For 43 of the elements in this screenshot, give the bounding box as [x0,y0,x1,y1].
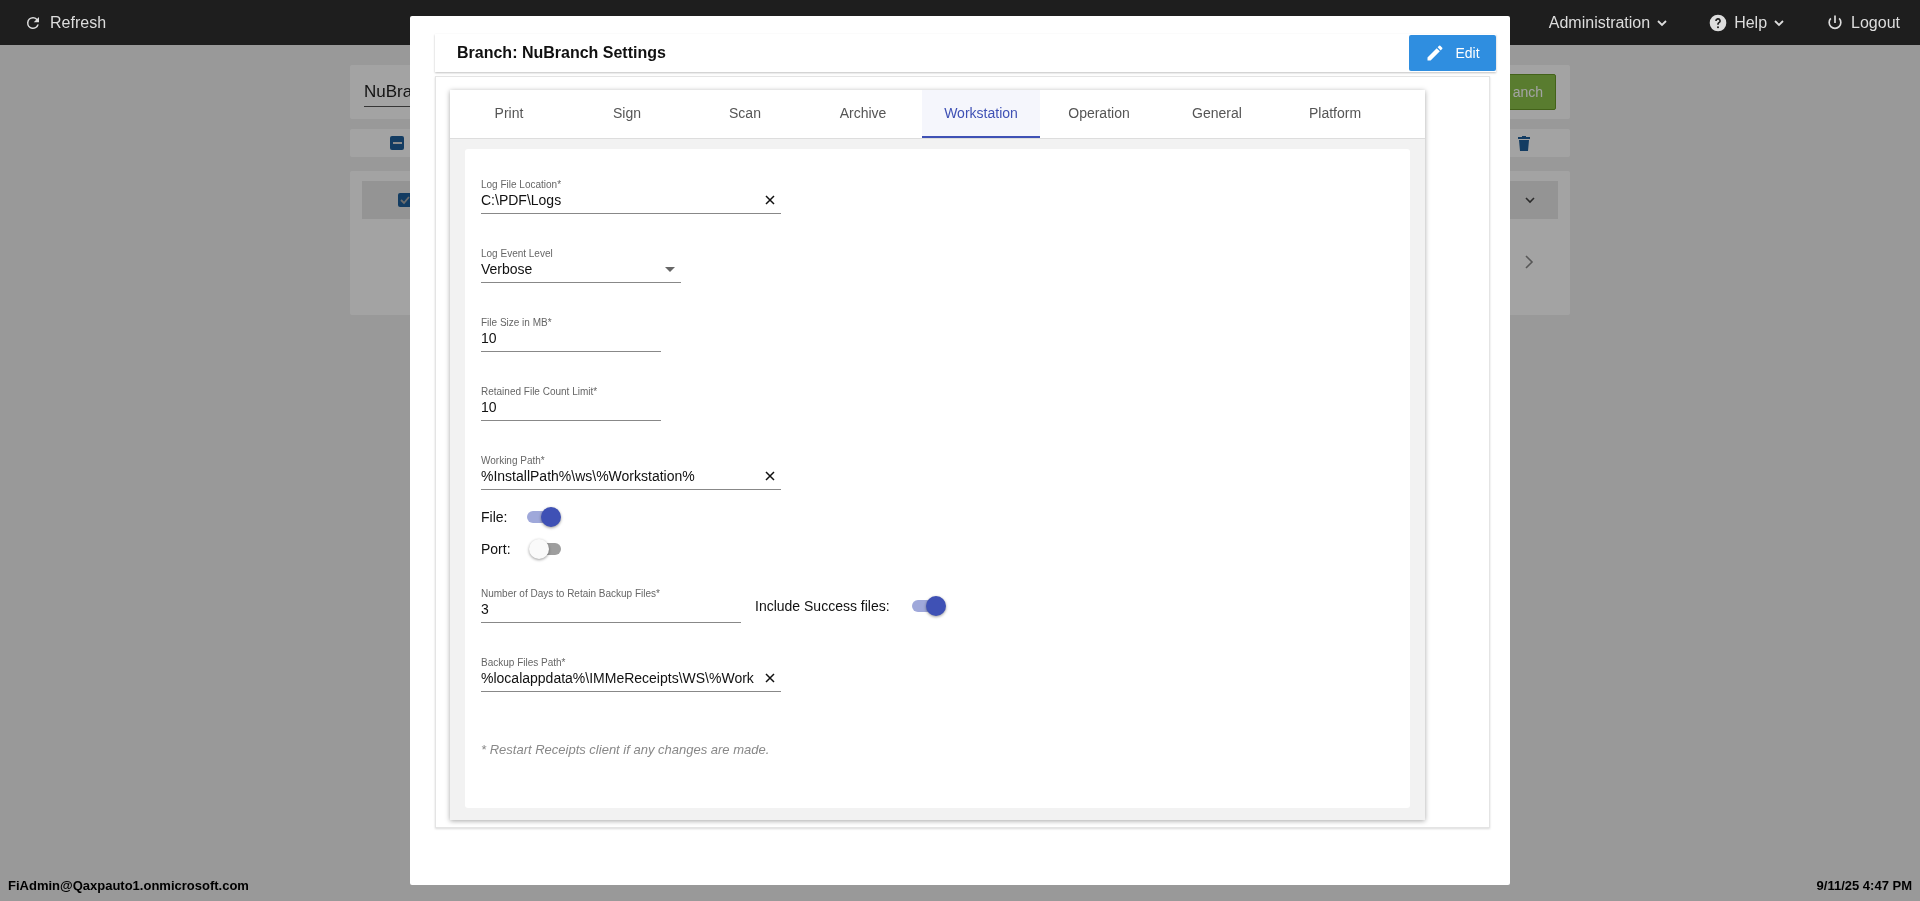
dropdown-arrow-icon [665,266,675,272]
field-label: Retained File Count Limit* [481,386,599,398]
chevron-down-icon [1524,194,1536,206]
field-label: Backup Files Path* [481,657,567,669]
field-label: Log Event Level [481,248,554,260]
clear-icon[interactable] [765,471,775,481]
trash-icon [1518,135,1530,151]
field-value: %localappdata%\IMMeReceipts\WS\%Work [481,670,754,686]
help-icon [1708,12,1729,33]
date-time: 9/11/25 4:47 PM [1816,878,1912,893]
select-all-checkbox[interactable] [390,136,404,150]
field-value: 3 [481,601,489,617]
chevron-right-icon [1524,255,1534,269]
note-text: * Restart Receipts client if any changes are made. [481,742,771,757]
field-value: 10 [481,330,497,346]
tab[interactable]: Workstation [922,90,1040,138]
field-value: C:\PDF\Logs [481,192,562,208]
field-label: Log File Location* [481,179,563,191]
input-field[interactable]: Working Path* %InstallPath%\ws\%Workstation% [481,455,781,490]
field-label: File Size in MB* [481,317,553,329]
user-email: FiAdmin@Qaxpauto1.onmicrosoft.com [8,878,249,893]
clear-icon[interactable] [765,195,775,205]
input-field[interactable]: Retained File Count Limit* 10 [481,386,661,421]
field-label: Working Path* [481,455,546,467]
field-value: Verbose [481,261,533,277]
input-field[interactable]: Backup Files Path* %localappdata%\IMMeReceipts\WS\%Work [481,657,781,692]
check-icon [399,194,411,206]
input-field[interactable]: File Size in MB* 10 [481,317,661,352]
field-value: 10 [481,399,497,415]
refresh-button[interactable]: Refresh [24,13,107,32]
toggle-label: Include Success files: [755,597,890,614]
dialog-title: Branch: NuBranch Settings [457,44,666,62]
input-field[interactable]: Log File Location* C:\PDF\Logs [481,179,781,214]
clear-icon[interactable] [765,673,775,683]
menu-dropdown-button[interactable]: Administration [1548,13,1669,32]
toggle-label: File: [481,509,508,525]
input-field[interactable]: Number of Days to Retain Backup Files* 3 [481,588,741,623]
menu-logout-button[interactable]: Logout [1825,12,1900,33]
toggle-label: Port: [481,541,511,557]
field-value: %InstallPath%\ws\%Workstation% [481,468,695,484]
menu-dropdown-button[interactable]: Help [1708,12,1786,33]
select-field[interactable]: Log Event Level Verbose [481,248,681,283]
field-label: Number of Days to Retain Backup Files* [481,588,661,600]
